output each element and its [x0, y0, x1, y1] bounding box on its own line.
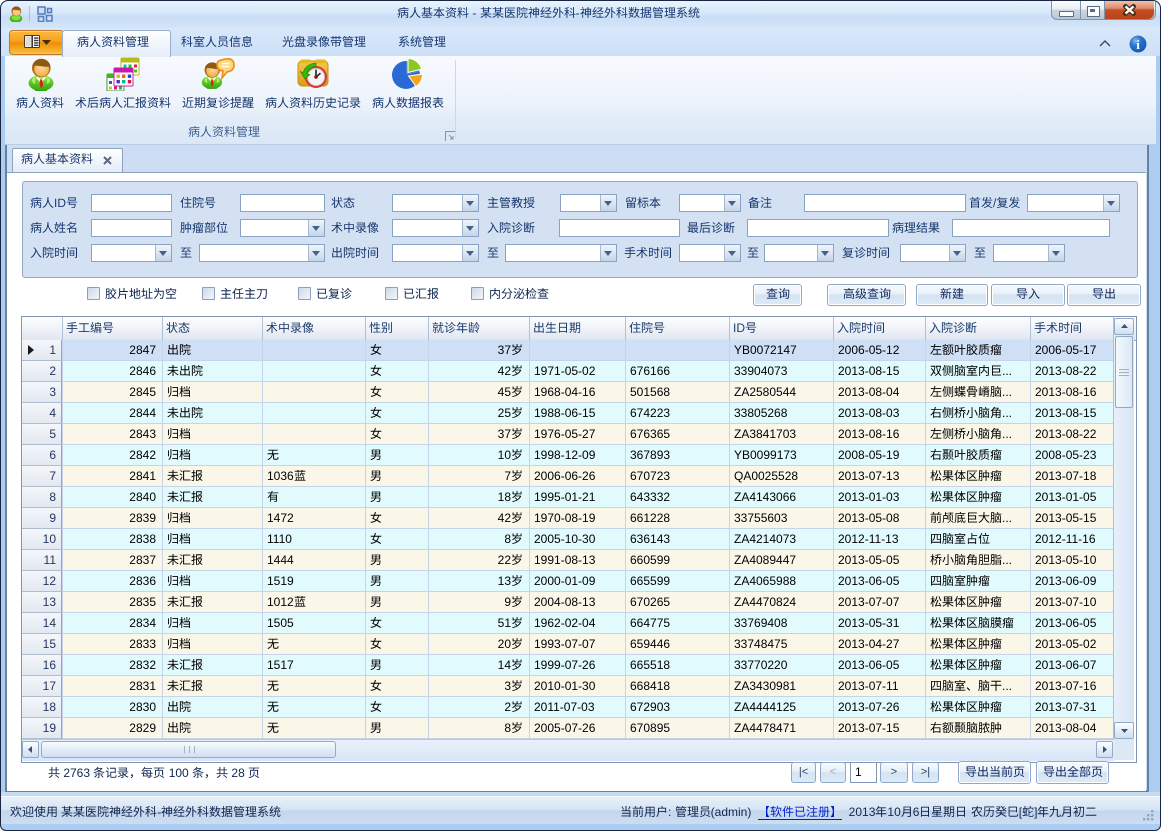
svg-text:i: i — [1136, 37, 1140, 52]
